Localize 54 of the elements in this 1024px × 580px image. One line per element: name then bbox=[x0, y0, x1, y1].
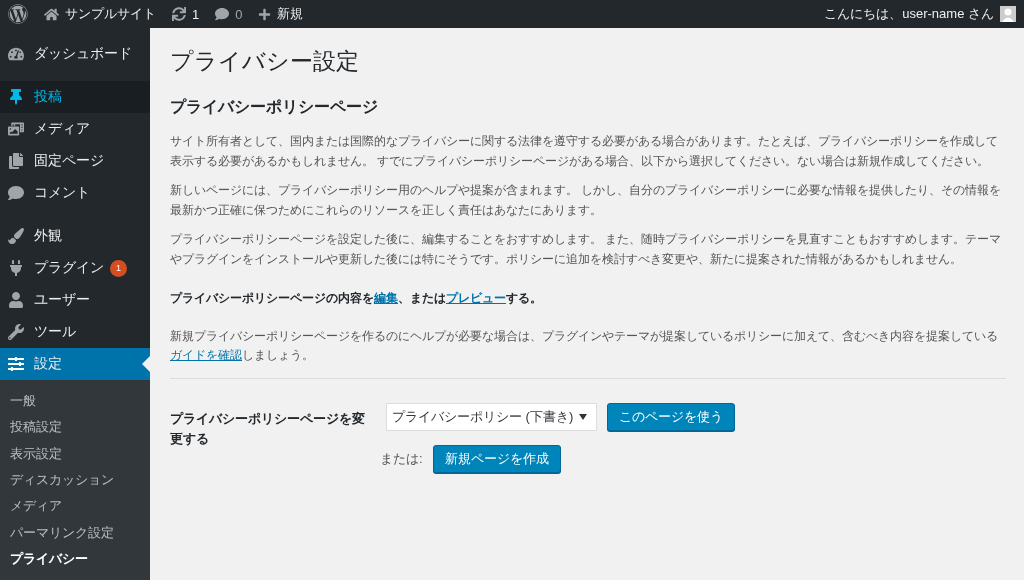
submenu-item[interactable]: パーマリンク設定 bbox=[0, 519, 150, 546]
paragraph: プライバシーポリシーページを設定した後に、編集することをおすすめします。 また、随時プライバシーポリシーを見直すこともおすすめします。テーマやプラグインをインストールや更新した後には特にそうです。ポリシーに追加を検討すべき変更や、新たに提案された情報があるかもしれません。 bbox=[170, 231, 1003, 268]
site-name-link[interactable]: サンプルサイト bbox=[65, 5, 156, 23]
menu-item[interactable]: 設定 bbox=[0, 348, 150, 380]
menu-item[interactable]: メディア bbox=[0, 113, 150, 145]
field-label: プライバシーポリシーページを変更する bbox=[170, 409, 366, 449]
speech-bubble-icon[interactable] bbox=[215, 7, 230, 21]
paragraph: 新しいページには、プライバシーポリシー用のヘルプや提案が含まれます。 しかし、自分のプライバシーポリシーに必要な情報を提供したり、その情報を最新かつ正確に保つためにこれらのリソースを正しく責任はあなたにあります。 bbox=[170, 182, 1003, 219]
refresh-icon[interactable] bbox=[172, 7, 186, 21]
plus-icon[interactable] bbox=[258, 7, 272, 21]
logo-icon[interactable] bbox=[8, 4, 28, 24]
wrench-icon bbox=[8, 324, 24, 340]
page-dropdown[interactable]: プライバシーポリシー (下書き) bbox=[386, 402, 597, 431]
paragraph: サイト所有者として、国内または国際的なプライバシーに関する法律を遵守する必要がある場合があります。たとえば、プライバシーポリシーを作成して表示する必要があるかもしれません。 すでにプライバシーポリシーページがある場合、以下から選択してください。ない場合は新規作成してください。 bbox=[170, 133, 999, 170]
text-link[interactable]: プレビュー bbox=[446, 291, 506, 306]
section-heading: プライバシーポリシーページ bbox=[170, 97, 379, 117]
media-icon bbox=[8, 121, 24, 137]
submenu-item[interactable]: 投稿設定 bbox=[0, 414, 150, 441]
speech-bubble-icon bbox=[8, 185, 24, 201]
submenu-item[interactable]: 一般 bbox=[0, 388, 150, 415]
caret-icon bbox=[579, 413, 588, 420]
new-link[interactable]: 新規 bbox=[277, 5, 304, 23]
plug-icon bbox=[8, 260, 24, 276]
submenu-item[interactable]: メディア bbox=[0, 493, 150, 520]
count-badge: 1 bbox=[110, 259, 127, 277]
greeting-link[interactable]: こんにちは、user-name さん bbox=[824, 5, 994, 23]
text-link[interactable]: ガイドを確認 bbox=[170, 348, 242, 363]
gauge-icon bbox=[8, 46, 24, 62]
paragraph: 新規プライバシーポリシーページを作るのにヘルプが必要な場合は、プラグインやテーマが提案しているポリシーに加えて、含むべき内容を提案している ガイドを確認しましょう。 bbox=[170, 327, 999, 365]
menu-item[interactable]: コメント bbox=[0, 177, 150, 209]
create-page-button[interactable]: 新規ページを作成 bbox=[432, 444, 561, 473]
menu-item[interactable]: プラグイン 1 bbox=[0, 252, 150, 284]
menu-item[interactable]: ツール bbox=[0, 316, 150, 348]
person-icon bbox=[8, 292, 24, 308]
sliders-icon bbox=[8, 356, 24, 372]
paragraph: プライバシーポリシーページの内容を編集、またはプレビューする。 bbox=[170, 290, 543, 308]
menu-item[interactable]: ダッシュボード bbox=[0, 38, 150, 70]
pages-icon bbox=[8, 153, 24, 169]
comment-count[interactable]: 0 bbox=[235, 6, 243, 22]
pin-icon bbox=[8, 89, 24, 105]
use-page-button[interactable]: このページを使う bbox=[607, 402, 735, 431]
or-label: または: bbox=[380, 449, 423, 468]
update-count[interactable]: 1 bbox=[192, 6, 200, 22]
submenu-item[interactable]: ディスカッション bbox=[0, 466, 150, 494]
menu-item[interactable]: ユーザー bbox=[0, 284, 150, 316]
menu-item[interactable]: 固定ページ bbox=[0, 145, 150, 177]
submenu-item[interactable]: プライバシー bbox=[0, 545, 150, 573]
brush-icon bbox=[8, 228, 24, 244]
menu-item[interactable]: 投稿 bbox=[0, 81, 150, 113]
text-link[interactable]: 編集 bbox=[374, 291, 398, 306]
menu-item[interactable]: 外観 bbox=[0, 220, 150, 252]
page-title: プライバシー設定 bbox=[170, 47, 360, 76]
home-icon[interactable] bbox=[44, 6, 59, 22]
submenu-item[interactable]: 表示設定 bbox=[0, 440, 150, 467]
